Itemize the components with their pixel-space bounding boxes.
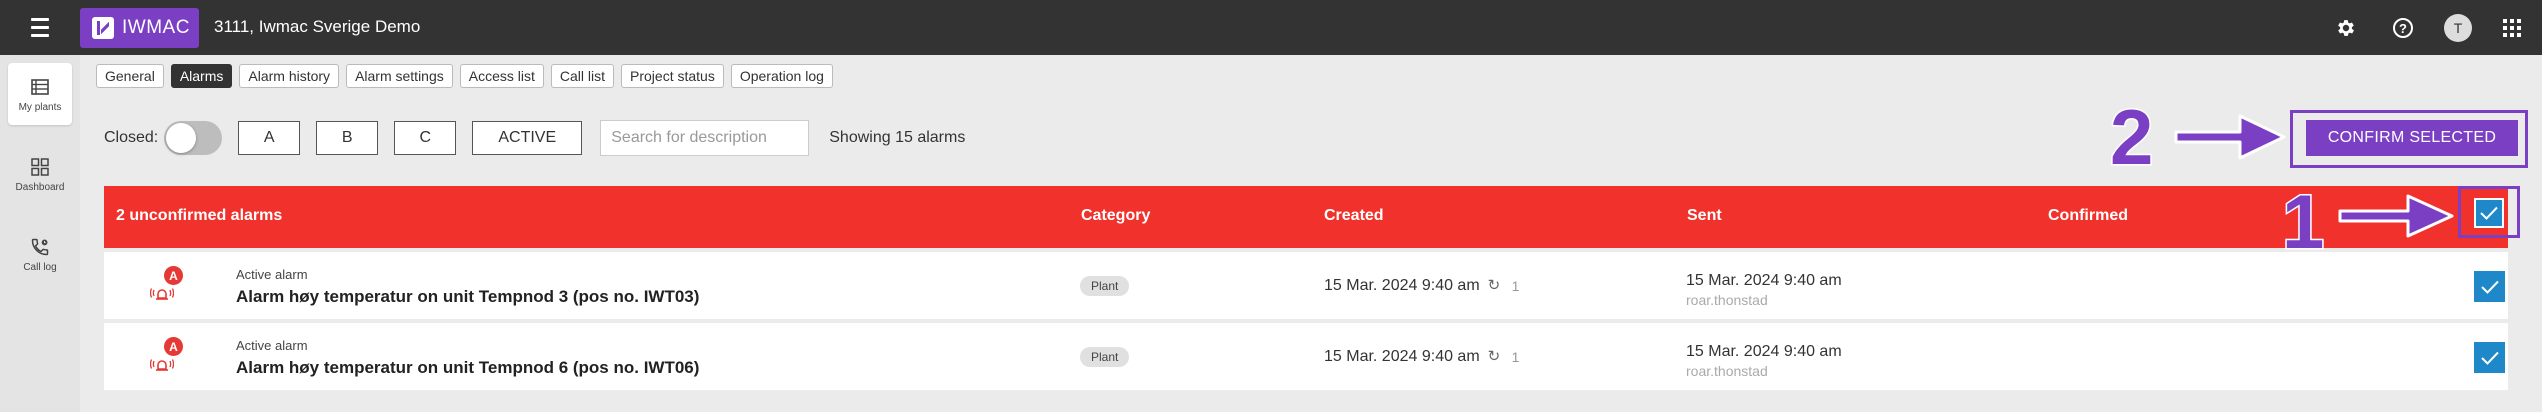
phone-icon: [29, 236, 51, 258]
created-date: 15 Mar. 2024 9:40 am: [1324, 277, 1480, 294]
alarm-bell-icon: [150, 288, 174, 300]
alarms-header-row: 2 unconfirmed alarms Category Created Se…: [104, 186, 2508, 248]
sent-by: roar.thonstad: [1686, 292, 1768, 308]
column-category: Category: [1081, 207, 1151, 224]
nav-item-dashboard[interactable]: Dashboard: [8, 143, 72, 205]
tab-alarm-settings[interactable]: Alarm settings: [346, 64, 453, 88]
tab-call-list[interactable]: Call list: [550, 64, 615, 88]
nav-label: My plants: [18, 101, 62, 113]
arrow-right-icon: [2174, 114, 2286, 160]
tab-general[interactable]: General: [96, 64, 164, 88]
unconfirmed-count: 2 unconfirmed alarms: [116, 207, 283, 224]
alarm-description: Alarm høy temperatur on unit Tempnod 3 (…: [236, 287, 700, 306]
sent-by: roar.thonstad: [1686, 363, 1768, 379]
tab-alarms[interactable]: Alarms: [170, 64, 233, 88]
site-title: 3111, Iwmac Sverige Demo: [214, 17, 421, 36]
checkmark-icon: [2480, 280, 2499, 294]
checkmark-icon: [2480, 351, 2499, 365]
nav-item-call-log[interactable]: Call log: [8, 223, 72, 285]
filter-b-button[interactable]: B: [316, 121, 379, 155]
alarm-description: Alarm høy temperatur on unit Tempnod 6 (…: [236, 358, 700, 377]
alarm-bell-icon: [150, 359, 174, 371]
column-confirmed: Confirmed: [2048, 207, 2128, 224]
step-2-annotation: 2: [2108, 93, 2154, 181]
tab-alarm-history[interactable]: Alarm history: [239, 64, 340, 88]
table-row[interactable]: A Active alarm Alarm høy temperatur on u…: [104, 323, 2508, 390]
tab-project-status[interactable]: Project status: [621, 64, 724, 88]
tab-bar: General Alarms Alarm history Alarm setti…: [96, 64, 833, 88]
list-icon: [29, 76, 51, 98]
repeat-count: 1: [1511, 278, 1520, 294]
filter-c-button[interactable]: C: [394, 121, 457, 155]
select-all-checkbox[interactable]: [2474, 198, 2504, 228]
arrow-right-icon: [2338, 194, 2454, 238]
filter-a-button[interactable]: A: [238, 121, 301, 155]
closed-toggle[interactable]: [164, 121, 223, 155]
menu-icon[interactable]: [26, 18, 54, 38]
column-created: Created: [1324, 207, 1384, 224]
nav-item-my-plants[interactable]: My plants: [8, 63, 72, 125]
logo-k-icon: [92, 17, 114, 39]
toggle-knob: [166, 123, 197, 153]
alarm-status-icon: A: [144, 337, 184, 377]
filter-active-button[interactable]: ACTIVE: [472, 121, 583, 155]
column-sent: Sent: [1687, 207, 1722, 224]
alarm-type: Active alarm: [236, 267, 308, 282]
gear-icon[interactable]: [2334, 16, 2358, 40]
repeat-icon: ↻: [1487, 348, 1501, 365]
apps-icon[interactable]: [2500, 16, 2524, 40]
created-cell: 15 Mar. 2024 9:40 am ↻ 1: [1324, 277, 1519, 295]
confirm-selected-button[interactable]: CONFIRM SELECTED: [2306, 120, 2518, 156]
search-input[interactable]: [600, 120, 810, 156]
top-bar: IWMAC 3111, Iwmac Sverige Demo ? T: [0, 0, 2542, 55]
logo-text: IWMAC: [122, 17, 190, 38]
tab-access-list[interactable]: Access list: [459, 64, 544, 88]
category-chip: Plant: [1080, 276, 1130, 296]
nav-label: Call log: [23, 261, 57, 273]
table-row[interactable]: A Active alarm Alarm høy temperatur on u…: [104, 252, 2508, 319]
sent-date: 15 Mar. 2024 9:40 am: [1686, 272, 1842, 289]
closed-label: Closed:: [104, 129, 159, 146]
nav-label: Dashboard: [15, 181, 65, 193]
created-cell: 15 Mar. 2024 9:40 am ↻ 1: [1324, 348, 1519, 366]
created-date: 15 Mar. 2024 9:40 am: [1324, 348, 1480, 365]
side-nav: My plants Dashboard Call log: [0, 55, 80, 412]
row-checkbox[interactable]: [2474, 342, 2505, 373]
alarm-status-icon: A: [144, 266, 184, 306]
checkmark-icon: [2480, 206, 2498, 220]
alarm-count-text: Showing 15 alarms: [829, 129, 966, 146]
alarm-type: Active alarm: [236, 338, 308, 353]
sent-date: 15 Mar. 2024 9:40 am: [1686, 343, 1842, 360]
help-icon[interactable]: ?: [2391, 16, 2415, 40]
repeat-icon: ↻: [1487, 277, 1501, 294]
iwmac-logo[interactable]: IWMAC: [80, 8, 199, 48]
repeat-count: 1: [1511, 349, 1520, 365]
row-checkbox[interactable]: [2474, 271, 2505, 302]
tab-operation-log[interactable]: Operation log: [730, 64, 833, 88]
category-chip: Plant: [1080, 347, 1130, 367]
step-1-annotation: 1: [2280, 180, 2325, 265]
filter-bar: Closed: A B C ACTIVE Showing 15 alarms: [104, 120, 965, 156]
avatar[interactable]: T: [2444, 14, 2472, 42]
dashboard-icon: [29, 156, 51, 178]
